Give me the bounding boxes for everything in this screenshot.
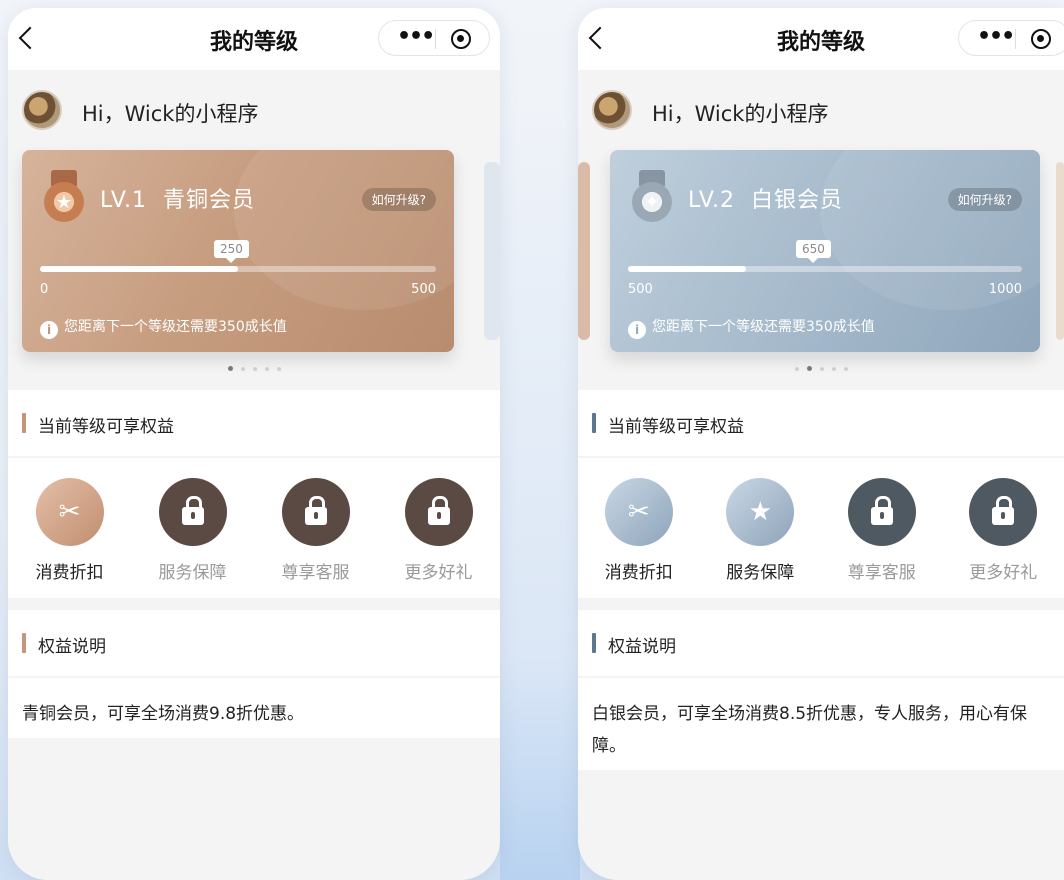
carousel-dot (806, 366, 812, 371)
next-card-peek[interactable] (1056, 162, 1064, 340)
carousel-dot (831, 367, 836, 371)
more-icon[interactable]: ••• (397, 25, 435, 49)
lock-icon (158, 478, 227, 546)
explain-body: 青铜会员，可享全场消费9.8折优惠。 (8, 678, 500, 738)
benefit-label: 尊享客服 (281, 563, 350, 583)
benefit-label: 更多好礼 (404, 563, 473, 583)
level-label: LV.1 青铜会员 (100, 188, 256, 213)
progress-max: 500 (411, 282, 436, 297)
benefit-gifts[interactable]: 更多好礼 (953, 478, 1053, 583)
avatar[interactable] (22, 90, 62, 130)
carousel-dot (276, 367, 281, 371)
section-title: 当前等级可享权益 (592, 412, 744, 437)
benefits-header: 当前等级可享权益 (578, 390, 1064, 456)
info-icon: i (628, 321, 646, 339)
explain-header: 权益说明 (578, 610, 1064, 676)
carousel-dot (227, 366, 233, 371)
carousel-dot (264, 367, 269, 371)
more-icon[interactable]: ••• (977, 25, 1015, 49)
benefit-vip-support[interactable]: 尊享客服 (832, 478, 932, 583)
progress-track (40, 266, 436, 272)
greeting-text: Hi，Wick的小程序 (652, 102, 829, 126)
benefit-discount[interactable]: ✂ 消费折扣 (20, 478, 120, 583)
carousel-dot (240, 367, 245, 371)
section-title: 权益说明 (22, 632, 106, 657)
avatar[interactable] (592, 90, 632, 130)
progress-min: 500 (628, 282, 653, 297)
lock-icon (847, 478, 916, 546)
current-points-bubble: 250 (214, 240, 249, 263)
progress-min: 0 (40, 282, 49, 297)
explain-text: 白银会员，可享全场消费8.5折优惠，专人服务，用心有保障。 (592, 704, 1028, 756)
level-card[interactable]: ★ LV.1 青铜会员 如何升级? 250 0 500 i 您距离下一个等级还需要… (22, 150, 454, 352)
prev-card-peek[interactable] (578, 162, 590, 340)
benefit-label: 尊享客服 (847, 563, 916, 583)
progress-fill (40, 266, 238, 272)
greeting-text: Hi，Wick的小程序 (82, 102, 259, 126)
lock-icon (404, 478, 473, 546)
mini-program-capsule: ••• (958, 20, 1064, 56)
capsule-divider (435, 29, 436, 49)
greeting-row: Hi，Wick的小程序 (578, 70, 1064, 142)
background-stripe (500, 130, 580, 880)
benefit-label: 消费折扣 (35, 563, 104, 583)
greeting-row: Hi，Wick的小程序 (8, 70, 500, 142)
nav-bar: 我的等级 ••• (8, 8, 500, 70)
progress-max: 1000 (988, 282, 1022, 297)
how-to-upgrade-button[interactable]: 如何升级? (361, 188, 436, 211)
benefit-service[interactable]: 服务保障 (143, 478, 243, 583)
benefit-label: 服务保障 (726, 563, 795, 583)
benefit-discount[interactable]: ✂ 消费折扣 (589, 478, 689, 583)
carousel-dot (252, 367, 257, 371)
level-card[interactable]: ✦ LV.2 白银会员 如何升级? 650 500 1000 i 您距离下一个等级… (610, 150, 1040, 352)
phone-screen-bronze: 我的等级 ••• Hi，Wick的小程序 ★ LV.1 青铜会员 如何升级? 2… (8, 8, 500, 880)
section-title: 当前等级可享权益 (22, 412, 174, 437)
explain-text: 青铜会员，可享全场消费9.8折优惠。 (22, 704, 305, 724)
close-target-icon[interactable] (451, 29, 471, 49)
lock-icon (969, 478, 1038, 546)
benefit-service[interactable]: ★ 服务保障 (710, 478, 810, 583)
close-target-icon[interactable] (1031, 29, 1051, 49)
section-title: 权益说明 (592, 632, 676, 657)
star-medal-icon: ★ (42, 170, 86, 224)
next-level-tip: i 您距离下一个等级还需要350成长值 (628, 316, 875, 339)
next-level-tip: i 您距离下一个等级还需要350成长值 (40, 316, 287, 339)
level-label: LV.2 白银会员 (688, 188, 844, 213)
explain-body: 白银会员，可享全场消费8.5折优惠，专人服务，用心有保障。 (578, 678, 1064, 770)
carousel-dot (819, 367, 824, 371)
carousel-dot (843, 367, 848, 371)
benefits-grid: ✂ 消费折扣 ★ 服务保障 尊享客服 更多好礼 (578, 458, 1064, 598)
discount-tag-icon: ✂ (35, 478, 104, 546)
benefit-vip-support[interactable]: 尊享客服 (266, 478, 366, 583)
progress-fill (628, 266, 747, 272)
benefit-label: 服务保障 (158, 563, 227, 583)
mini-program-capsule: ••• (378, 20, 490, 56)
carousel-dots (8, 366, 500, 371)
capsule-divider (1015, 29, 1016, 49)
service-hand-star-icon: ★ (726, 478, 795, 546)
progress-track (628, 266, 1022, 272)
phone-screen-silver: 我的等级 ••• Hi，Wick的小程序 ✦ LV.2 白银会员 如何升级? 6… (578, 8, 1064, 880)
benefit-label: 消费折扣 (604, 563, 673, 583)
explain-header: 权益说明 (8, 610, 500, 676)
benefits-header: 当前等级可享权益 (8, 390, 500, 456)
star-medal-icon: ✦ (630, 170, 674, 224)
info-icon: i (40, 321, 58, 339)
nav-bar: 我的等级 ••• (578, 8, 1064, 70)
carousel-dot (794, 367, 799, 371)
current-points-bubble: 650 (796, 240, 831, 263)
carousel-dots (578, 366, 1064, 371)
lock-icon (281, 478, 350, 546)
discount-tag-icon: ✂ (604, 478, 673, 546)
how-to-upgrade-button[interactable]: 如何升级? (947, 188, 1022, 211)
benefit-gifts[interactable]: 更多好礼 (389, 478, 489, 583)
benefits-grid: ✂ 消费折扣 服务保障 尊享客服 更多好礼 (8, 458, 500, 598)
benefit-label: 更多好礼 (969, 563, 1038, 583)
next-card-peek[interactable] (484, 162, 500, 340)
